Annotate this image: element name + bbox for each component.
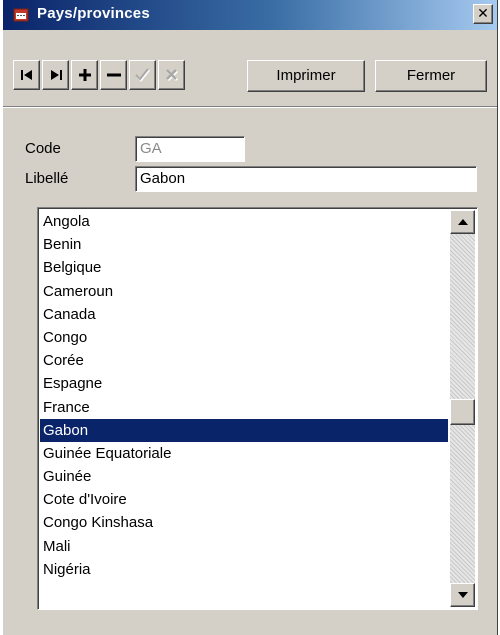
close-icon: ✕ [477, 5, 489, 21]
list-item[interactable]: Espagne [40, 372, 448, 395]
close-button[interactable]: Fermer [375, 60, 487, 92]
cancel-button[interactable] [158, 60, 185, 90]
list-item[interactable]: Benin [40, 233, 448, 256]
list-item[interactable]: Congo Kinshasa [40, 511, 448, 534]
country-list-items: Angola Benin Belgique Cameroun Canada Congo Co… [40, 210, 448, 581]
app-icon [13, 8, 29, 22]
pays-provinces-window: Pays/provinces ✕ Imprimer Fermer Code GA… [2, 0, 498, 635]
list-item[interactable]: Cameroun [40, 280, 448, 303]
list-item[interactable]: Angola [40, 210, 448, 233]
last-record-icon [50, 70, 62, 80]
list-item[interactable]: Guinée Equatoriale [40, 442, 448, 465]
list-item[interactable]: France [40, 396, 448, 419]
delete-icon [106, 73, 121, 77]
list-item[interactable]: Canada [40, 303, 448, 326]
window-title: Pays/provinces [37, 5, 150, 22]
first-record-icon [20, 70, 32, 80]
window-close-button[interactable]: ✕ [473, 4, 493, 24]
title-bar[interactable]: Pays/provinces ✕ [3, 0, 497, 30]
scroll-down-button[interactable] [450, 583, 475, 607]
list-item[interactable]: Cote d'Ivoire [40, 488, 448, 511]
list-item[interactable]: Gabon [40, 418, 448, 442]
list-item[interactable]: Congo [40, 326, 448, 349]
list-item[interactable]: Mali [40, 535, 448, 558]
delete-button[interactable] [100, 60, 127, 90]
country-list[interactable]: Angola Benin Belgique Cameroun Canada Congo Co… [37, 207, 478, 610]
cancel-icon [165, 69, 178, 82]
code-label: Code [25, 140, 61, 157]
list-item[interactable]: Nigéria [40, 558, 448, 581]
vertical-scrollbar[interactable] [450, 210, 475, 607]
libelle-label: Libellé [25, 170, 69, 187]
arrow-down-icon [457, 592, 468, 598]
first-record-button[interactable] [13, 60, 40, 90]
scrollbar-thumb[interactable] [450, 399, 475, 425]
print-button[interactable]: Imprimer [247, 60, 365, 92]
libelle-field[interactable]: Gabon [135, 166, 477, 192]
list-item[interactable]: Belgique [40, 256, 448, 279]
arrow-up-icon [457, 219, 468, 225]
record-navigation-group [13, 60, 187, 90]
list-item[interactable]: Corée [40, 349, 448, 372]
add-button[interactable] [71, 60, 98, 90]
toolbar: Imprimer Fermer [3, 30, 497, 107]
last-record-button[interactable] [42, 60, 69, 90]
list-item[interactable]: Guinée [40, 465, 448, 488]
code-field[interactable]: GA [135, 136, 245, 162]
validate-button[interactable] [129, 60, 156, 90]
validate-icon [134, 68, 150, 82]
scroll-up-button[interactable] [450, 210, 475, 234]
add-icon [78, 69, 91, 81]
